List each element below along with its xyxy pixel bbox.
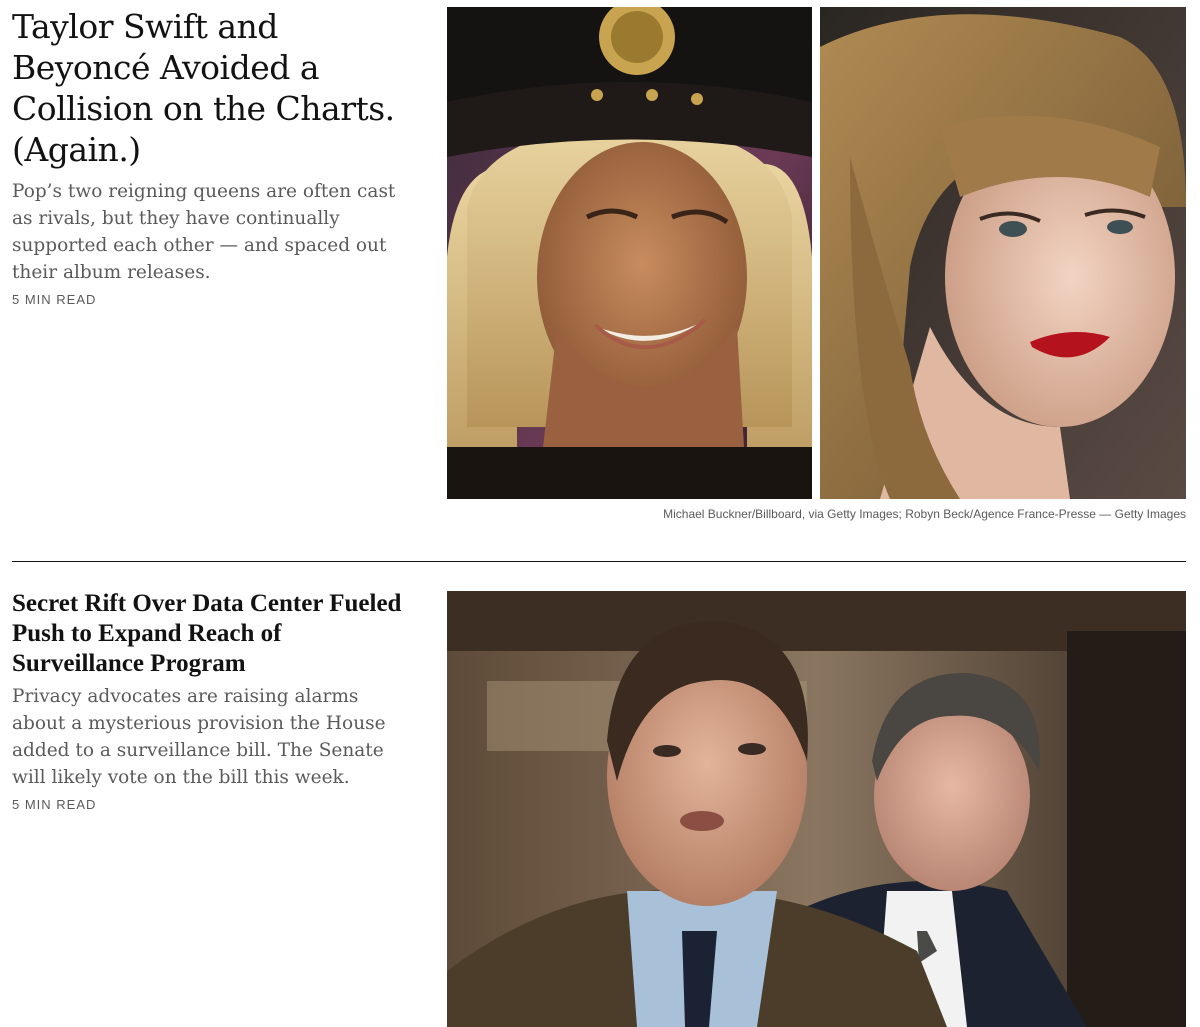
story-summary: Pop’s two reigning queens are often cast… [12, 181, 396, 283]
story-headline[interactable]: Taylor Swift and Beyoncé Avoided a Colli… [12, 6, 407, 170]
photo-credit: Michael Buckner/Billboard, via Getty Ima… [663, 507, 1186, 521]
story-card-surveillance: Secret Rift Over Data Center Fueled Push… [0, 575, 1200, 1027]
story-text: Taylor Swift and Beyoncé Avoided a Colli… [12, 6, 407, 307]
story-divider [12, 561, 1186, 562]
lawmakers-photo[interactable] [447, 591, 1186, 1027]
story-summary: Privacy advocates are raising alarms abo… [12, 686, 386, 788]
beyonce-photo[interactable] [447, 7, 812, 499]
story-headline[interactable]: Secret Rift Over Data Center Fueled Push… [12, 589, 407, 679]
read-time: 5 MIN READ [12, 292, 97, 307]
story-text: Secret Rift Over Data Center Fueled Push… [12, 589, 407, 812]
read-time: 5 MIN READ [12, 797, 97, 812]
story-card-swift-beyonce: Taylor Swift and Beyoncé Avoided a Colli… [0, 0, 1200, 530]
taylor-swift-photo[interactable] [820, 7, 1186, 499]
